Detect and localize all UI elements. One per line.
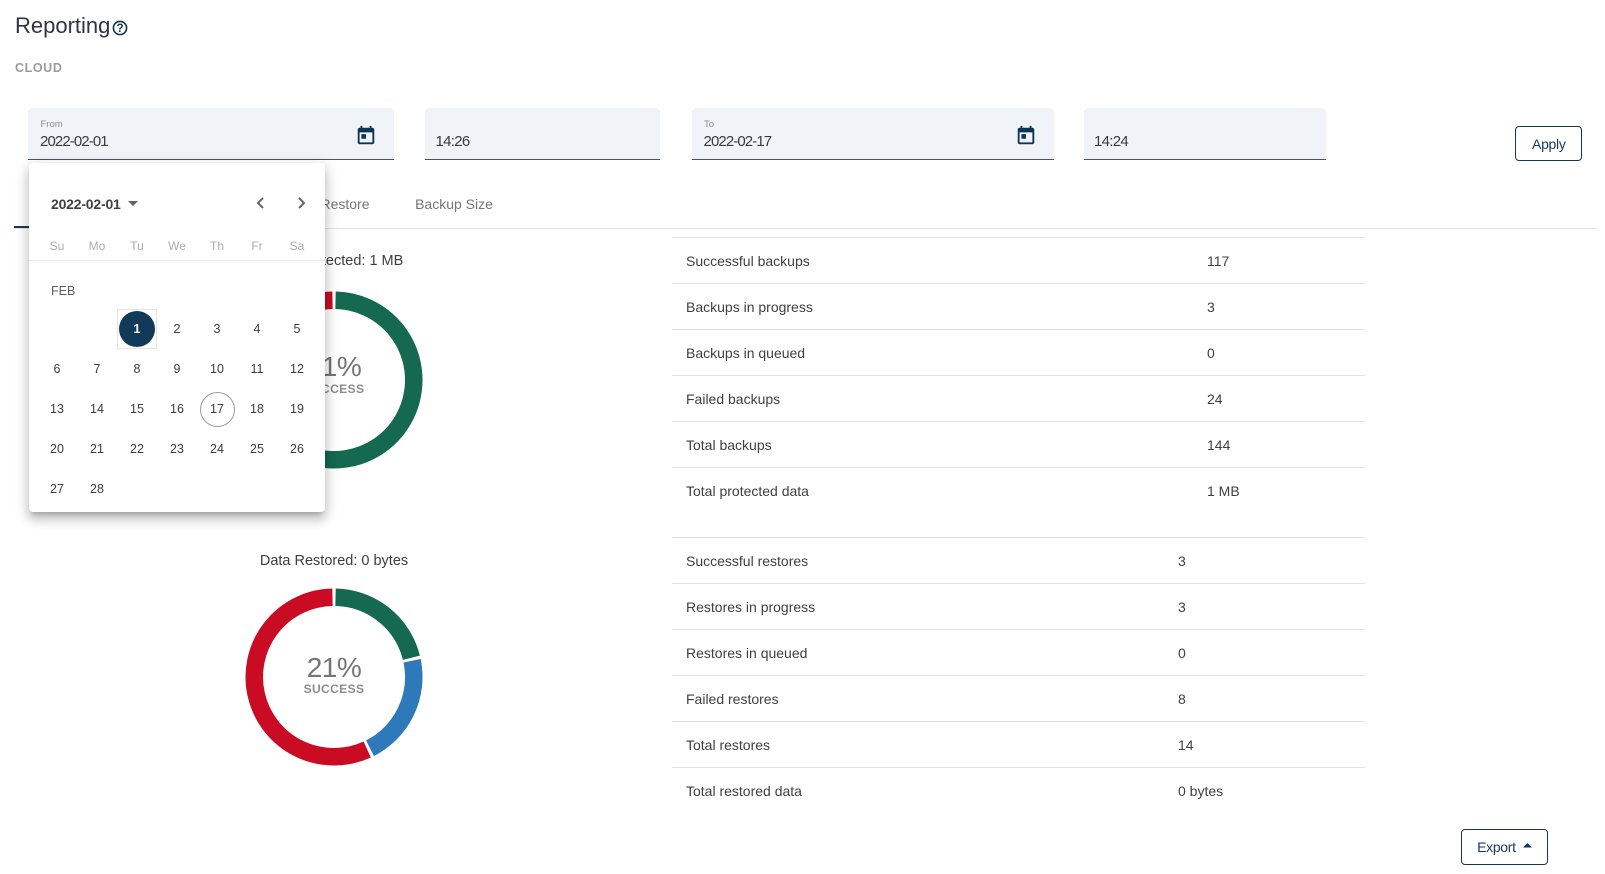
svg-text:?: ? — [116, 23, 123, 35]
